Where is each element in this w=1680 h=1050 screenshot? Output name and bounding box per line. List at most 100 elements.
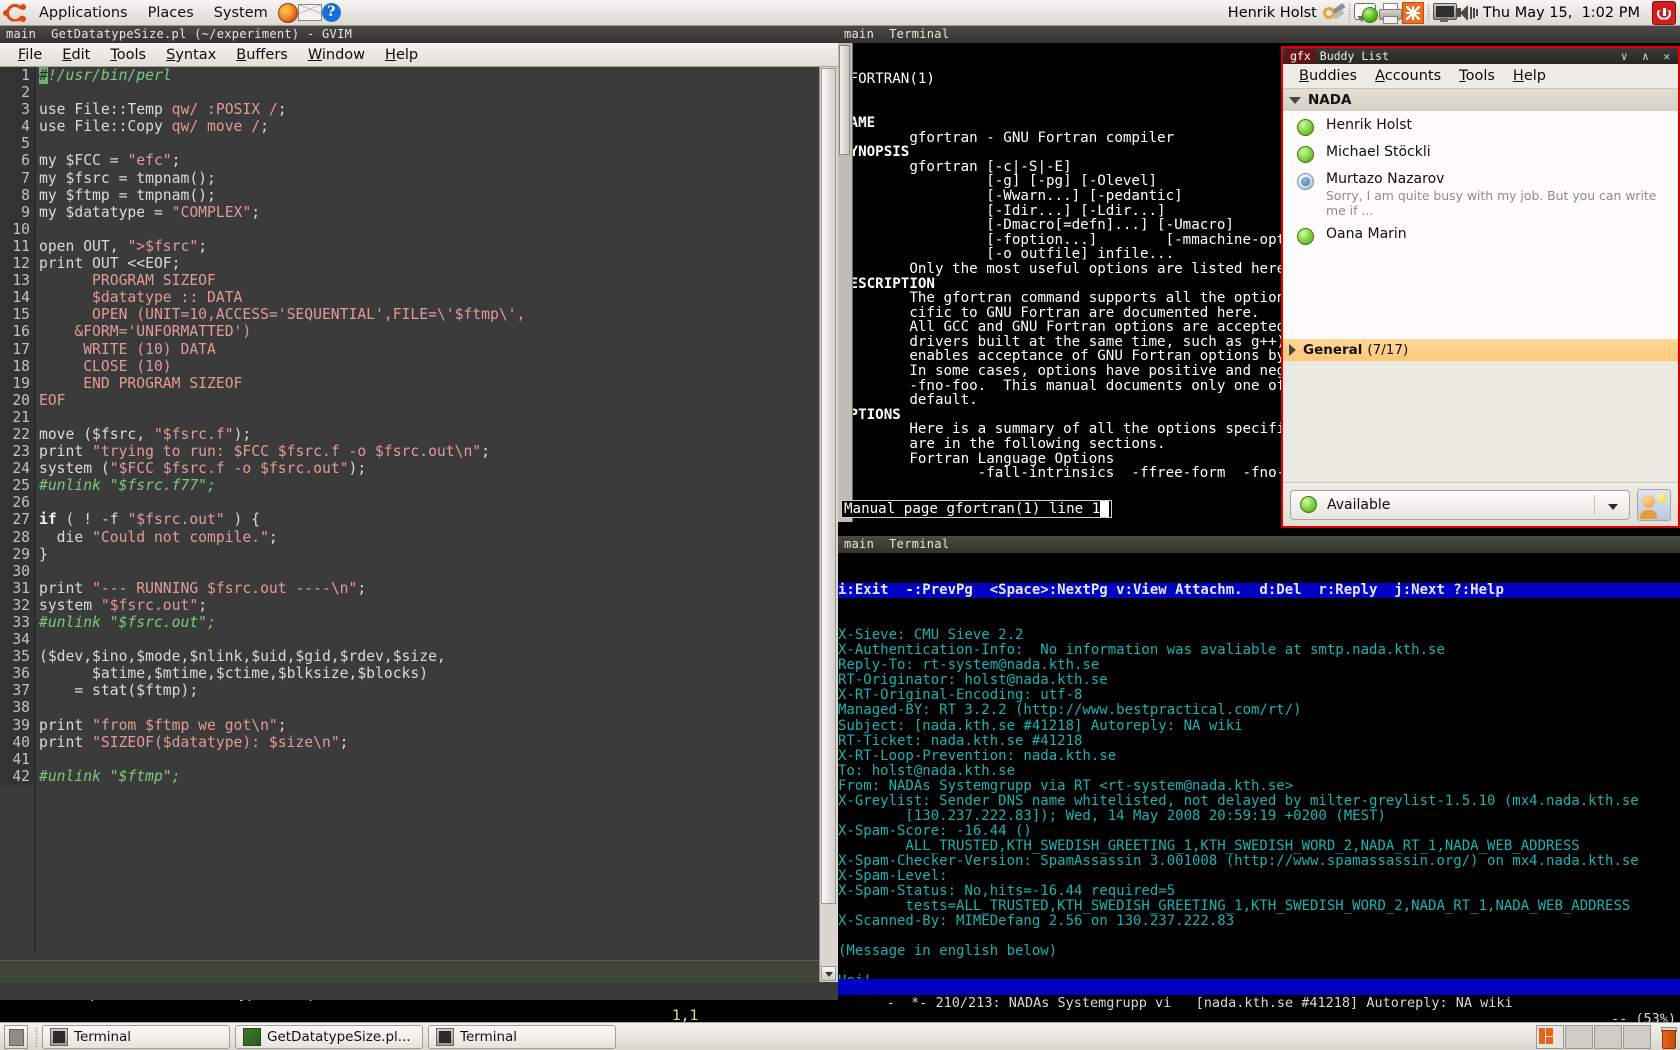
buddy-icon-button[interactable] <box>1637 488 1671 521</box>
mutt-line: X-Greylist: Sender DNS name whitelisted,… <box>838 792 1639 809</box>
taskbar-button[interactable]: Terminal <box>42 1024 230 1049</box>
code-line: 39 print "from $ftmp we got\n"; <box>0 716 838 734</box>
line-number: 27 <box>0 511 34 529</box>
line-number: 40 <box>0 733 34 751</box>
gvim-menu-tools[interactable]: Tools <box>100 47 156 63</box>
gvim-menu-syntax[interactable]: Syntax <box>156 47 226 63</box>
taskbar-button-label: GetDatatypeSize.pl... <box>267 1028 411 1045</box>
menu-applications[interactable]: Applications <box>30 2 137 24</box>
terminal-icon <box>50 1027 68 1046</box>
code-line: 27 if ( ! -f "$fsrc.out" ) { <box>0 511 838 529</box>
gvim-menu-file[interactable]: File <box>8 47 52 63</box>
buddy-list-item[interactable]: Murtazo Nazarov Sorry, I am quite busy wi… <box>1283 165 1678 220</box>
code-line: 1 #!/usr/bin/perl <box>0 67 838 85</box>
code-line: 38 <box>0 699 838 717</box>
pidgin-buddy-list-window: gfx Buddy List ∨ ∧ ✕ Buddies Accounts To… <box>1281 46 1680 528</box>
code-line: 31 print "--- RUNNING $fsrc.out ----\n"; <box>0 579 838 597</box>
trash-icon[interactable] <box>1660 1026 1677 1049</box>
menu-places[interactable]: Places <box>139 2 203 24</box>
buddy-name: Michael Stöckli <box>1326 144 1431 160</box>
code-line: 34 <box>0 631 838 649</box>
line-number: 37 <box>0 682 34 700</box>
workspace-3[interactable] <box>1594 1024 1622 1049</box>
code-line: 33 #unlink "$fsrc.out"; <box>0 614 838 632</box>
code-text: #unlink "$fsrc.out"; <box>39 614 216 631</box>
line-number: 32 <box>0 596 34 614</box>
volume-icon[interactable] <box>1455 4 1479 22</box>
taskbar-button[interactable]: GetDatatypeSize.pl... <box>235 1024 423 1049</box>
pencil-icon[interactable] <box>1322 2 1346 22</box>
pidgin-menu-tools[interactable]: Tools <box>1450 68 1504 84</box>
menu-system[interactable]: System <box>205 2 277 24</box>
gvim-menu-window[interactable]: Window <box>298 47 375 63</box>
code-line: 28 die "Could not compile."; <box>0 528 838 546</box>
clock-label[interactable]: Thu May 15, 1:02 PM <box>1479 5 1648 21</box>
mail-icon[interactable] <box>297 4 322 21</box>
line-number: 25 <box>0 477 34 495</box>
taskbar-button[interactable]: Terminal <box>428 1024 616 1049</box>
mutt-line: tests=ALL_TRUSTED,KTH_SWEDISH_GREETING_1… <box>838 898 1631 915</box>
buddy-list-item[interactable]: Michael Stöckli <box>1283 138 1678 165</box>
code-line: 6 my $FCC = "efc"; <box>0 152 838 170</box>
code-text: print "SIZEOF($datatype): $size\n"; <box>39 733 349 751</box>
line-number: 29 <box>0 545 34 563</box>
line-number: 3 <box>0 101 34 119</box>
monitor-icon[interactable] <box>1432 3 1457 22</box>
buddy-group-nada[interactable]: NADA <box>1283 89 1678 111</box>
code-text: my $ftmp = tmpnam(); <box>39 186 216 204</box>
code-line: 20 EOF <box>0 391 838 409</box>
workspace-4[interactable] <box>1623 1024 1651 1049</box>
mutt-line: X-RT-Loop-Prevention: nada.kth.se <box>838 747 1117 764</box>
line-number: 7 <box>0 169 34 187</box>
mutt-line: X-Sieve: CMU Sieve 2.2 <box>838 627 1024 644</box>
pidgin-menu-help[interactable]: Help <box>1504 68 1555 84</box>
line-number: 24 <box>0 460 34 478</box>
gvim-scrollbar-down-arrow[interactable] <box>821 966 836 981</box>
line-number: 22 <box>0 425 34 444</box>
code-text: END PROGRAM SIZEOF <box>39 374 243 392</box>
code-text: #!/usr/bin/perl <box>39 67 172 84</box>
workspace-2[interactable] <box>1565 1024 1593 1049</box>
mutt-line: From: NADAs Systemgrupp via RT <rt-syste… <box>838 777 1294 794</box>
buddy-list-item[interactable]: Henrik Holst <box>1283 111 1678 138</box>
line-number: 28 <box>0 528 34 546</box>
pidgin-menu-accounts[interactable]: Accounts <box>1366 68 1450 84</box>
mutt-line <box>838 929 1680 944</box>
code-line: 18 CLOSE (10) <box>0 357 838 375</box>
help-icon[interactable]: ? <box>321 3 341 22</box>
mutt-line: X-Spam-Status: No,hits=-16.44 required=5 <box>838 883 1176 900</box>
code-text: my $datatype = "COMPLEX"; <box>39 203 261 221</box>
gvim-menu-buffers[interactable]: Buffers <box>226 47 298 63</box>
workspace-1[interactable] <box>1536 1024 1564 1049</box>
pidgin-menu-buddies[interactable]: Buddies <box>1290 68 1366 84</box>
mutt-line: X-Spam-Score: -16.44 () <box>838 822 1032 839</box>
gvim-menu-edit[interactable]: Edit <box>52 47 100 63</box>
code-text: use File::Temp qw/ :POSIX /; <box>39 101 287 119</box>
code-line: 7 my $fsrc = tmpnam(); <box>0 169 838 187</box>
terminal-manpage-scrollbar[interactable] <box>838 43 853 522</box>
code-line: 42 #unlink "$ftmp"; <box>0 767 838 785</box>
power-icon[interactable] <box>1652 0 1676 25</box>
buddy-group-general[interactable]: General (7/17) <box>1283 339 1678 361</box>
gvim-scrollbar-thumb[interactable] <box>821 68 836 904</box>
code-text: die "Could not compile."; <box>39 528 278 546</box>
show-desktop-button[interactable] <box>4 1024 28 1049</box>
buddy-list-item[interactable]: Oana Marin <box>1283 220 1678 247</box>
terminal-mutt-content[interactable]: i:Exit -:PrevPg <Space>:NextPg v:View At… <box>838 553 1680 1000</box>
gvim-text-area[interactable]: 1 #!/usr/bin/perl 2 3 use File::Temp qw/ :PO… <box>0 67 838 951</box>
firefox-icon[interactable] <box>277 2 298 23</box>
status-selector[interactable]: Available <box>1290 489 1630 520</box>
pidgin-window-buttons[interactable]: ∨ ∧ ✕ <box>1621 50 1678 63</box>
workspace-switcher[interactable] <box>1536 1024 1680 1049</box>
code-line: 36 $atime,$mtime,$ctime,$blksize,$blocks… <box>0 665 838 683</box>
printer-icon[interactable] <box>1378 3 1402 24</box>
terminal-mutt-window: main Terminal i:Exit -:PrevPg <Space>:Ne… <box>838 536 1680 1027</box>
taskbar-button-label: Terminal <box>74 1028 132 1045</box>
gvim-scrollbar[interactable] <box>819 67 838 982</box>
terminal-manpage-scrollbar-thumb[interactable] <box>839 45 850 155</box>
code-text: system "$fsrc.out"; <box>39 596 208 614</box>
line-number: 41 <box>0 750 34 768</box>
chat-status-icon[interactable] <box>1353 2 1378 23</box>
update-manager-icon[interactable] <box>1401 1 1424 24</box>
gvim-menu-help[interactable]: Help <box>375 47 428 63</box>
